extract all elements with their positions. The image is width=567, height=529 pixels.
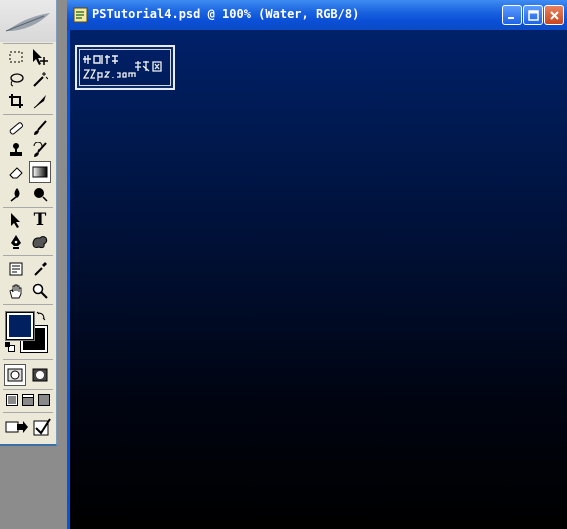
tool-clone-stamp[interactable]	[5, 139, 27, 161]
document-window: PSTutorial4.psd @ 100% (Water, RGB/8)	[67, 0, 567, 529]
eyedropper-icon	[34, 262, 47, 276]
quick-mask-button[interactable]	[29, 364, 51, 386]
tool-slice[interactable]	[29, 90, 51, 112]
tool-blur[interactable]	[5, 183, 27, 205]
imageready-logo-icon	[33, 418, 51, 436]
close-button[interactable]	[544, 5, 564, 25]
healing-brush-icon	[9, 122, 23, 135]
swap-colors-icon[interactable]	[36, 311, 46, 321]
maximize-icon	[527, 9, 539, 21]
gradient-icon	[32, 166, 48, 178]
tool-healing-brush[interactable]	[5, 117, 27, 139]
default-colors-icon[interactable]	[5, 342, 15, 352]
tool-lasso[interactable]	[5, 68, 27, 90]
minimize-button[interactable]	[502, 5, 522, 25]
minimize-icon	[508, 17, 514, 19]
quick-mask-icon	[32, 368, 48, 382]
blur-icon	[10, 188, 20, 202]
dodge-icon	[34, 188, 48, 202]
screen-mode-standard-button[interactable]	[4, 391, 20, 409]
close-icon	[549, 10, 559, 20]
image-canvas[interactable]	[70, 30, 567, 529]
rectangular-marquee-icon	[9, 51, 23, 63]
eraser-icon	[9, 167, 23, 179]
toolbox-palette: T	[0, 0, 57, 446]
tool-brush[interactable]	[29, 117, 51, 139]
tool-notes[interactable]	[5, 258, 27, 280]
tool-crop[interactable]	[5, 90, 27, 112]
tool-zoom[interactable]	[29, 280, 51, 302]
slice-icon	[33, 95, 46, 109]
tool-dodge[interactable]	[29, 183, 51, 205]
feather-logo-icon	[5, 13, 50, 32]
toolbox-divider	[3, 43, 53, 44]
toolbox-divider	[3, 114, 53, 115]
toolbox-header[interactable]	[0, 0, 56, 42]
lasso-icon	[10, 73, 24, 87]
jump-to-imageready-button[interactable]	[4, 416, 30, 438]
foreground-color-swatch[interactable]	[6, 312, 34, 340]
tool-eyedropper[interactable]	[29, 258, 51, 280]
notes-icon	[9, 262, 23, 276]
maximize-button[interactable]	[523, 5, 543, 25]
imageready-app-button[interactable]	[31, 416, 53, 438]
watermark-logo-icon	[82, 55, 162, 81]
hand-icon	[9, 284, 22, 299]
tool-magic-wand[interactable]	[29, 68, 51, 90]
toolbox-divider	[3, 359, 53, 360]
toolbox-divider	[3, 412, 53, 413]
toolbox-divider	[3, 304, 53, 305]
standard-mode-icon	[7, 368, 23, 382]
history-brush-icon	[33, 142, 47, 157]
tool-pen[interactable]	[5, 231, 27, 253]
path-selection-icon	[11, 213, 20, 228]
tool-history-brush[interactable]	[29, 139, 51, 161]
tool-eraser[interactable]	[5, 161, 27, 183]
screen-mode-standard-icon	[6, 394, 18, 406]
toolbox-divider	[3, 389, 53, 390]
document-title-bar[interactable]: PSTutorial4.psd @ 100% (Water, RGB/8)	[67, 0, 567, 30]
tool-rectangular-marquee[interactable]	[5, 46, 27, 68]
tool-gradient[interactable]	[29, 161, 51, 183]
magic-wand-icon	[33, 72, 48, 87]
screen-mode-full-button[interactable]	[36, 391, 52, 409]
screen-mode-full-icon	[38, 394, 50, 406]
screen-mode-full-menu-icon	[22, 394, 34, 406]
toolbox-divider	[3, 255, 53, 256]
tool-type[interactable]: T	[29, 209, 51, 231]
pen-icon	[11, 235, 21, 249]
toolbox-divider	[3, 207, 53, 208]
zoom-icon	[32, 283, 48, 299]
move-icon	[33, 49, 48, 65]
screen-mode-full-menu-button[interactable]	[20, 391, 36, 409]
crop-icon	[9, 94, 23, 108]
type-icon: T	[33, 209, 47, 230]
tool-move[interactable]	[29, 46, 51, 68]
standard-mode-button[interactable]	[4, 364, 26, 386]
psd-file-icon	[73, 7, 88, 23]
document-title: PSTutorial4.psd @ 100% (Water, RGB/8)	[92, 7, 360, 21]
watermark-logo	[75, 45, 175, 90]
tool-hand[interactable]	[5, 280, 27, 302]
tool-custom-shape[interactable]	[29, 231, 51, 253]
custom-shape-icon	[32, 236, 48, 249]
clone-stamp-icon	[10, 143, 22, 156]
jump-to-imageready-icon	[5, 421, 28, 433]
tool-path-selection[interactable]	[5, 209, 27, 231]
brush-icon	[34, 120, 47, 135]
